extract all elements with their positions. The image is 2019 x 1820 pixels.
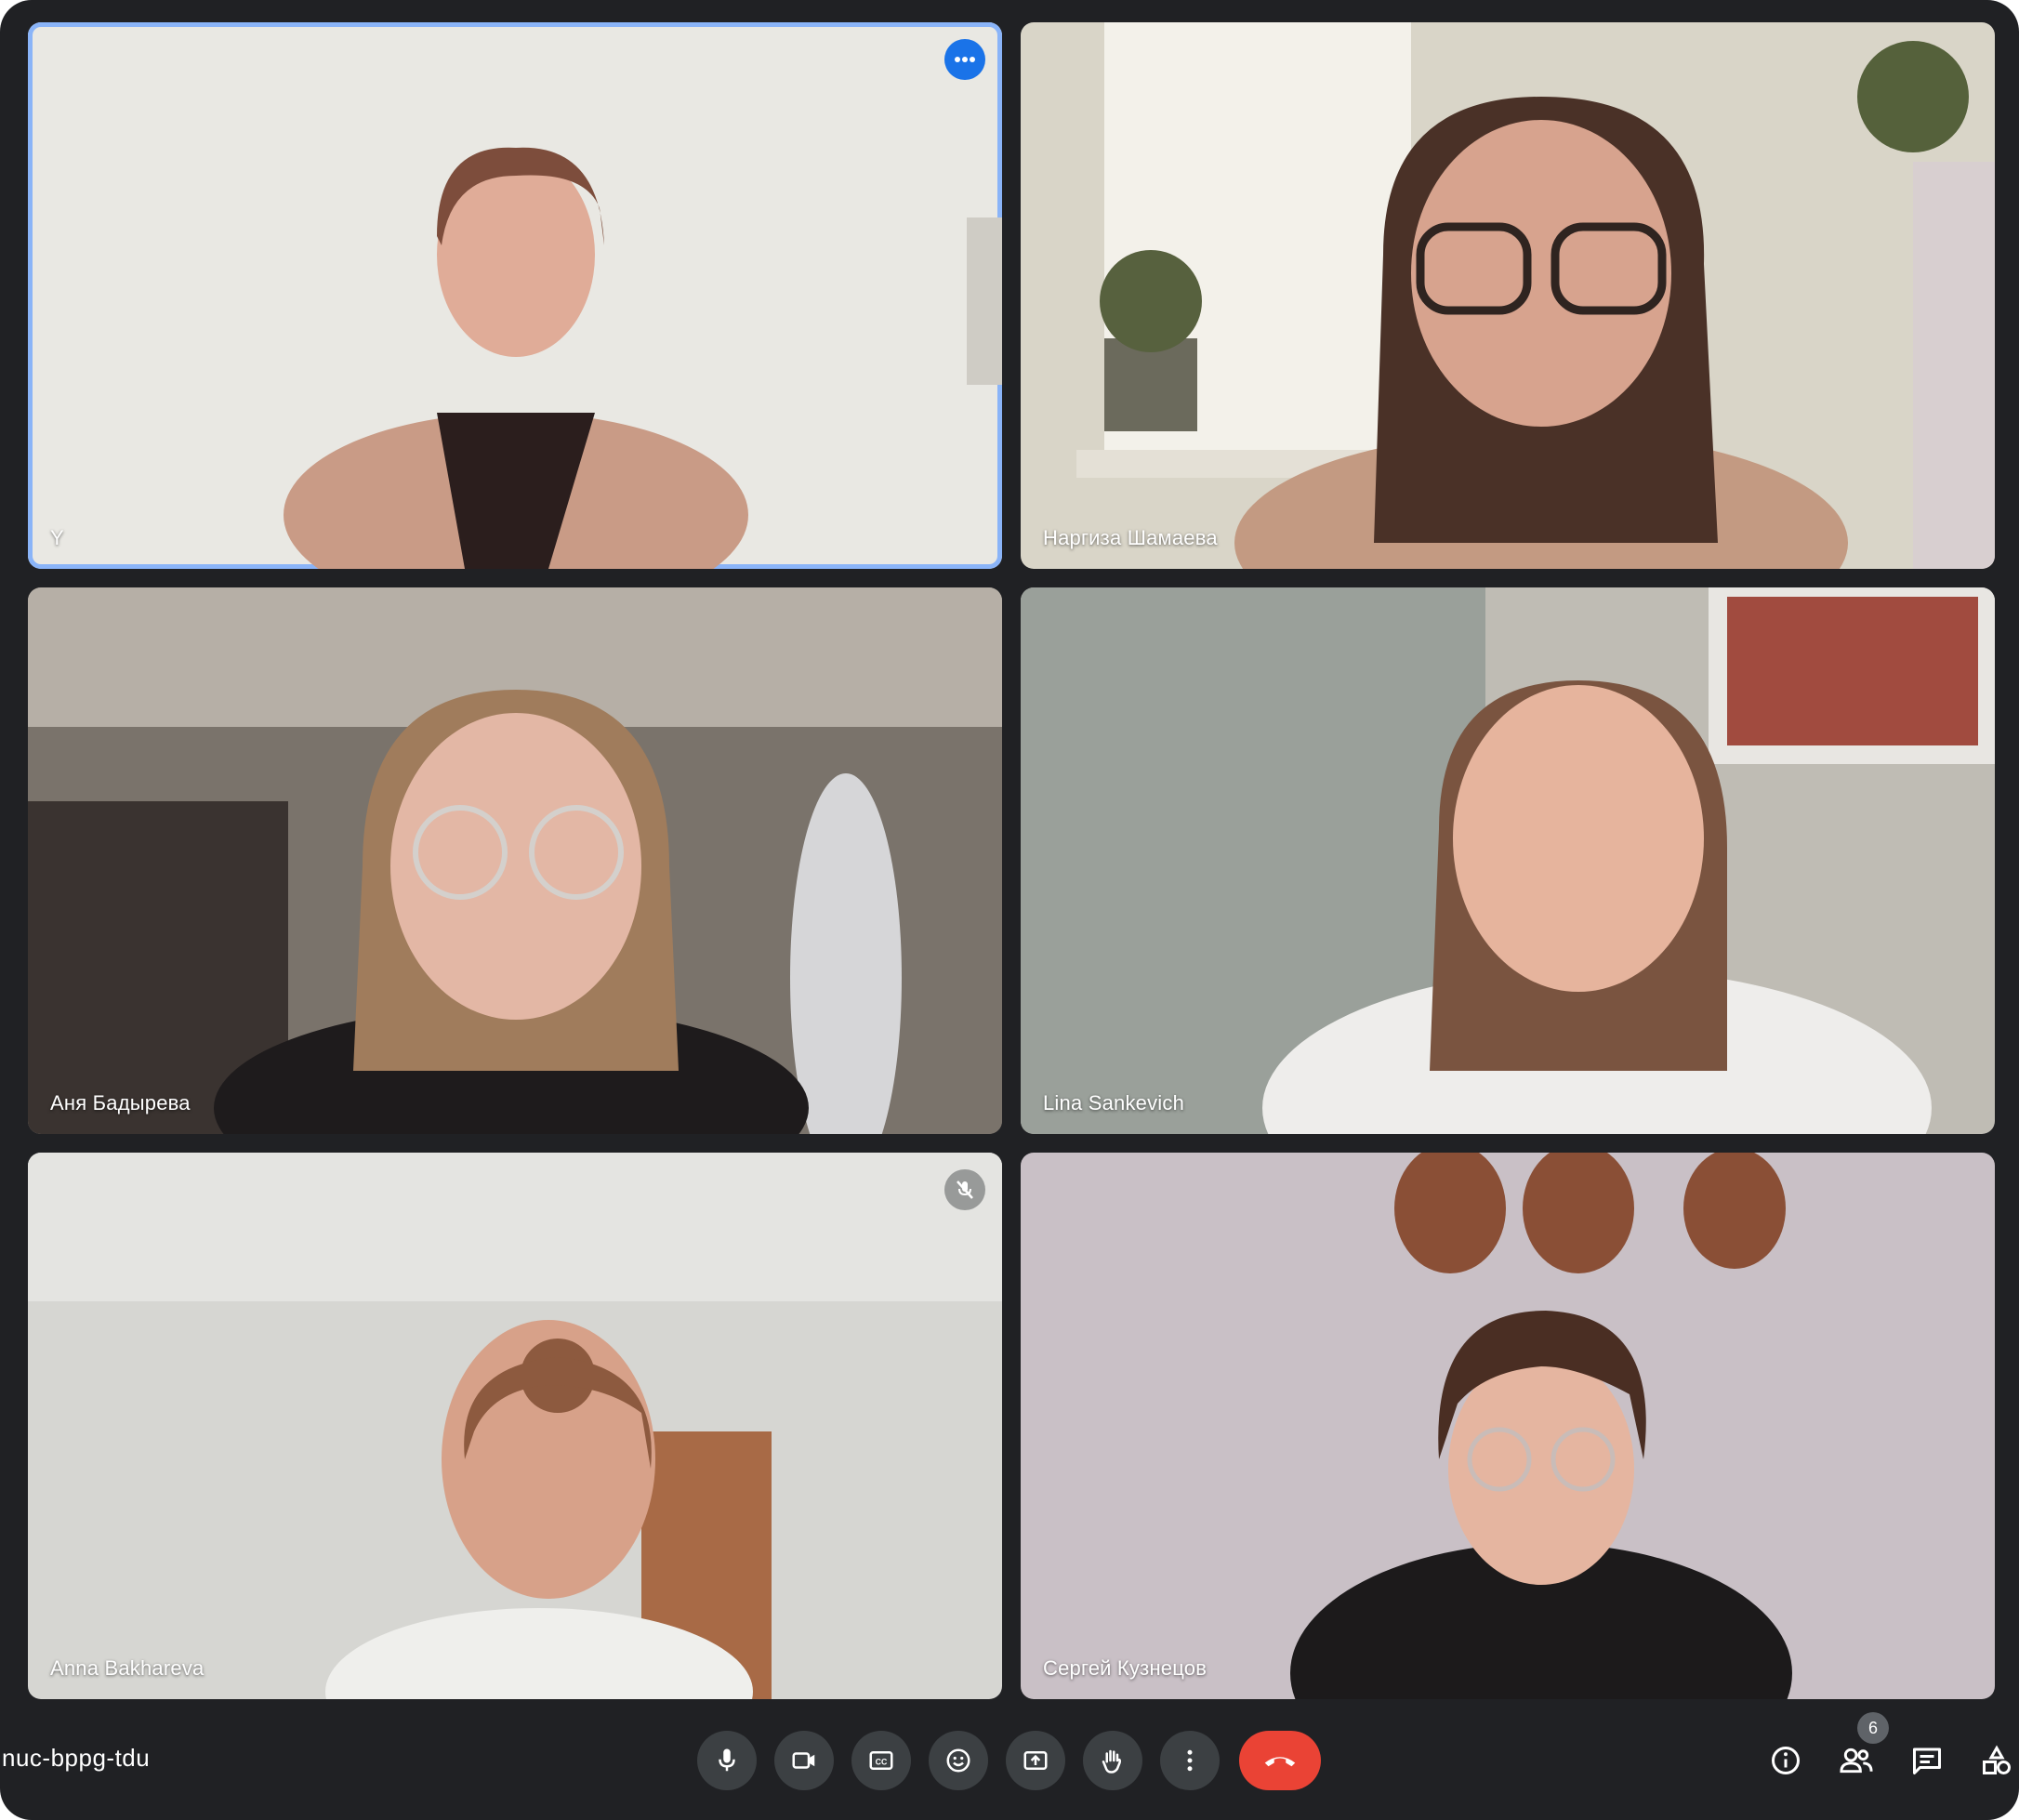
activities-icon bbox=[1983, 1745, 2011, 1774]
captions-button[interactable]: CC bbox=[851, 1731, 911, 1790]
video-tile[interactable]: Anna Bakhareva bbox=[28, 1153, 1002, 1699]
video-tile[interactable]: Наргиза Шамаева bbox=[1021, 22, 1995, 569]
chat-icon bbox=[1913, 1747, 1941, 1774]
reactions-button[interactable] bbox=[929, 1731, 988, 1790]
participant-silhouette bbox=[284, 147, 1002, 569]
meeting-code: nuc-bppg-tdu bbox=[2, 1744, 151, 1772]
emoji-icon bbox=[946, 1748, 970, 1773]
participant-silhouette bbox=[28, 1153, 1002, 1699]
video-tile-self[interactable]: Y bbox=[28, 22, 1002, 569]
participant-silhouette bbox=[1021, 587, 1995, 1134]
tile-options-button[interactable] bbox=[944, 39, 985, 80]
video-tile[interactable]: Аня Бадырева bbox=[28, 587, 1002, 1134]
participant-name: Lina Sankevich bbox=[1043, 1091, 1185, 1114]
more-options-button[interactable] bbox=[1160, 1731, 1220, 1790]
present-button[interactable] bbox=[1006, 1731, 1065, 1790]
camera-button[interactable] bbox=[774, 1731, 834, 1790]
meeting-details-button[interactable] bbox=[1762, 1736, 1810, 1785]
mic-button[interactable] bbox=[697, 1731, 757, 1790]
people-icon bbox=[1840, 1747, 1873, 1774]
camera-icon bbox=[792, 1752, 815, 1769]
more-vert-icon bbox=[1187, 1749, 1193, 1772]
meet-window: Y Наргиза Шамаева Аня Бадырева Lina Sank… bbox=[0, 0, 2019, 1820]
muted-indicator bbox=[944, 1169, 985, 1210]
captions-icon: CC bbox=[869, 1751, 893, 1770]
activities-button[interactable] bbox=[1973, 1736, 2019, 1785]
participant-name: Anna Bakhareva bbox=[50, 1656, 205, 1680]
people-button[interactable] bbox=[1832, 1736, 1880, 1785]
participant-name: Y bbox=[50, 526, 64, 549]
participant-name: Аня Бадырева bbox=[50, 1091, 191, 1114]
raise-hand-button[interactable] bbox=[1083, 1731, 1142, 1790]
mic-off-icon bbox=[957, 1180, 973, 1199]
microphone-icon bbox=[719, 1748, 735, 1772]
video-tile[interactable]: Lina Sankevich bbox=[1021, 587, 1995, 1134]
more-horiz-icon bbox=[955, 57, 975, 62]
leave-call-button[interactable] bbox=[1239, 1731, 1321, 1790]
participant-name: Наргиза Шамаева bbox=[1043, 526, 1218, 549]
participant-silhouette bbox=[28, 587, 1002, 1134]
participant-silhouette bbox=[1076, 22, 1995, 569]
svg-text:CC: CC bbox=[876, 1757, 888, 1766]
end-call-icon bbox=[1264, 1757, 1296, 1767]
video-tile[interactable]: Сергей Кузнецов bbox=[1021, 1153, 1995, 1699]
present-screen-icon bbox=[1023, 1751, 1048, 1770]
participant-name: Сергей Кузнецов bbox=[1043, 1656, 1207, 1680]
participant-silhouette bbox=[1290, 1153, 1792, 1699]
hand-icon bbox=[1102, 1749, 1122, 1774]
info-icon bbox=[1772, 1747, 1800, 1774]
chat-button[interactable] bbox=[1903, 1736, 1951, 1785]
